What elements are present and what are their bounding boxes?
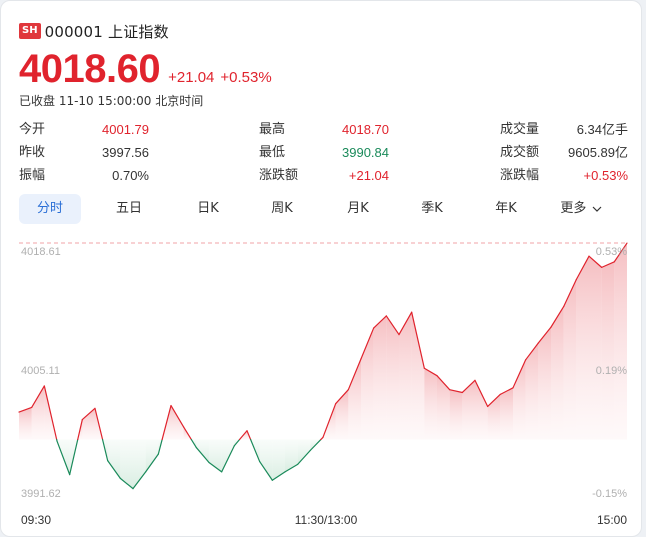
area-fill-segment — [133, 439, 146, 489]
title-row: SH 000001 上证指数 — [19, 21, 169, 41]
market-status: 已收盘 11-10 15:00:00 北京时间 — [19, 94, 204, 108]
stat-value: +21.04 — [348, 168, 389, 183]
tab-quarterly-k[interactable]: 季K — [401, 194, 463, 224]
stats-row: 振幅 0.70% 涨跌额 +21.04 涨跌幅 +0.53% — [19, 165, 631, 188]
last-price: 4018.60 — [19, 47, 161, 91]
area-fill-segment — [107, 439, 121, 479]
stat-value: 9605.89亿 — [568, 145, 628, 160]
area-fill-segment — [259, 439, 273, 481]
area-fill-segment — [589, 256, 602, 440]
area-fill-segment — [120, 439, 133, 489]
area-fill — [19, 243, 627, 489]
x-tick-open: 09:30 — [21, 513, 51, 527]
area-fill-segment — [272, 439, 285, 481]
area-fill-segment — [576, 256, 589, 440]
stat-label: 成交额 — [500, 145, 540, 160]
tab-more[interactable]: 更多 — [549, 194, 613, 224]
area-fill-segment — [449, 389, 463, 440]
index-quote-card: SH 000001 上证指数 4018.60 +21.04 +0.53% 已收盘… — [0, 0, 642, 537]
price-row: 4018.60 +21.04 +0.53% — [19, 47, 272, 92]
area-fill-segment — [437, 375, 450, 440]
index-title: 000001 上证指数 — [44, 22, 169, 41]
area-fill-segment — [513, 359, 526, 440]
y-tick-right-bottom: -0.15% — [592, 488, 627, 500]
tab-more-label: 更多 — [560, 201, 587, 216]
stat-value: 3990.84 — [342, 145, 389, 160]
stat-open: 今开 4001.79 — [19, 119, 149, 141]
stat-label: 昨收 — [19, 145, 46, 160]
y-tick-right-mid: 0.19% — [596, 365, 627, 377]
x-tick-midday: 11:30/13:00 — [295, 513, 358, 527]
area-fill-segment — [601, 261, 615, 440]
stat-volume: 成交量 6.34亿手 — [500, 119, 628, 141]
period-tabs: 分时 五日 日K 周K 月K 季K 年K 更多 — [19, 194, 631, 224]
area-fill-segment — [386, 315, 399, 440]
area-fill-segment — [462, 380, 475, 440]
stat-amplitude: 振幅 0.70% — [19, 165, 149, 187]
stat-change-percent: 涨跌幅 +0.53% — [500, 165, 628, 187]
area-fill-segment — [475, 380, 488, 440]
area-fill-segment — [19, 407, 32, 440]
area-fill-segment — [538, 327, 551, 440]
stat-value: 4001.79 — [102, 122, 149, 137]
area-fill-segment — [500, 387, 513, 440]
intraday-chart-svg: 4018.61 4005.11 3991.62 0.53% 0.19% -0.1… — [18, 242, 628, 527]
tab-intraday[interactable]: 分时 — [19, 194, 81, 224]
tab-yearly-k[interactable]: 年K — [475, 194, 537, 224]
area-fill-segment — [551, 306, 564, 440]
area-fill-segment — [411, 312, 425, 440]
chevron-down-icon — [592, 206, 602, 212]
y-tick-left-top: 4018.61 — [21, 246, 61, 258]
stat-value: 0.70% — [112, 168, 149, 183]
y-tick-right-top: 0.53% — [596, 246, 627, 258]
stat-label: 成交量 — [500, 122, 540, 137]
x-tick-close: 15:00 — [597, 513, 627, 527]
price-change-percent: +0.53% — [220, 69, 272, 86]
tab-weekly-k[interactable]: 周K — [251, 194, 313, 224]
stat-high: 最高 4018.70 — [259, 119, 389, 141]
area-fill-segment — [145, 439, 159, 472]
area-fill-segment — [614, 243, 627, 440]
stat-label: 今开 — [19, 122, 46, 137]
tab-five-day[interactable]: 五日 — [98, 194, 160, 224]
stat-label: 涨跌幅 — [500, 168, 540, 183]
stat-low: 最低 3990.84 — [259, 142, 389, 164]
tab-monthly-k[interactable]: 月K — [327, 194, 389, 224]
stats-row: 昨收 3997.56 最低 3990.84 成交额 9605.89亿 — [19, 142, 631, 165]
stats-row: 今开 4001.79 最高 4018.70 成交量 6.34亿手 — [19, 119, 631, 142]
intraday-chart[interactable]: 4018.61 4005.11 3991.62 0.53% 0.19% -0.1… — [1, 233, 641, 536]
tab-daily-k[interactable]: 日K — [177, 194, 239, 224]
exchange-badge: SH — [19, 23, 41, 39]
area-fill-segment — [196, 439, 209, 463]
area-fill-segment — [424, 368, 437, 440]
stat-value: 6.34亿手 — [576, 122, 628, 137]
stat-change-amount: 涨跌额 +21.04 — [259, 165, 389, 187]
area-fill-segment — [373, 315, 387, 440]
y-tick-left-mid: 4005.11 — [21, 365, 60, 377]
area-fill-segment — [31, 385, 45, 440]
stat-value: +0.53% — [583, 168, 628, 183]
area-fill-segment — [171, 405, 184, 440]
price-change: +21.04 — [168, 69, 215, 86]
area-fill-segment — [348, 358, 361, 440]
stats-grid: 今开 4001.79 最高 4018.70 成交量 6.34亿手 昨收 3997.56 … — [19, 119, 631, 188]
stat-value: 4018.70 — [342, 122, 389, 137]
area-fill-segment — [82, 408, 95, 440]
stat-label: 最高 — [259, 122, 286, 137]
y-tick-left-bottom: 3991.62 — [21, 488, 61, 500]
stat-label: 最低 — [259, 145, 286, 160]
stat-label: 涨跌额 — [259, 168, 299, 183]
stat-prev-close: 昨收 3997.56 — [19, 142, 149, 164]
stat-turnover: 成交额 9605.89亿 — [500, 142, 628, 164]
stat-label: 振幅 — [19, 168, 46, 183]
area-fill-segment — [285, 439, 298, 472]
stat-value: 3997.56 — [102, 145, 149, 160]
